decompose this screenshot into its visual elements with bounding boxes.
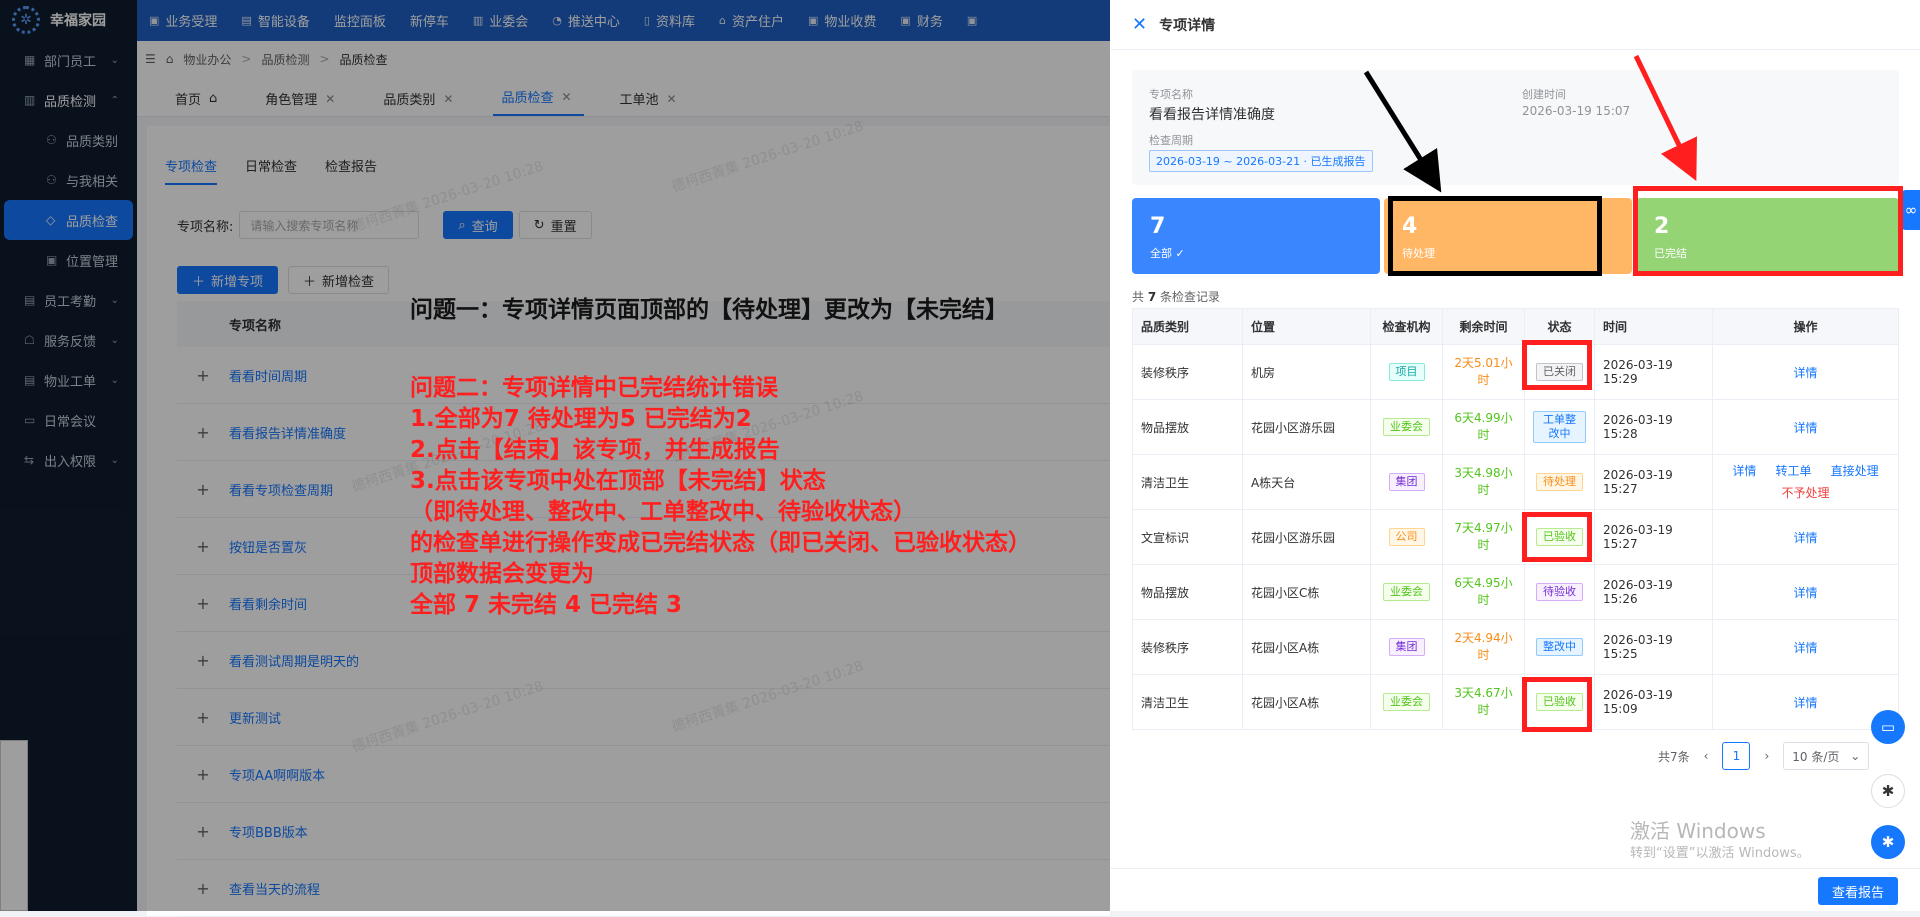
page-number[interactable]: 1	[1722, 742, 1751, 770]
annotation-line: 顶部数据会变更为	[410, 561, 594, 587]
table-row: 装修秩序 花园小区A栋 集团 2天4.94小时 整改中 2026-03-19 15…	[1132, 619, 1899, 675]
org-tag: 项目	[1388, 363, 1425, 381]
annotation-line: 问题二：专项详情中已完结统计错误	[410, 375, 778, 401]
link-icon[interactable]: ∞	[1900, 190, 1920, 230]
stat-all[interactable]: 7 全部 ✓	[1132, 198, 1380, 274]
info-card: 专项名称 看看报告详情准确度 创建时间 2026-03-19 15:07 检查周…	[1132, 70, 1899, 185]
detail-link[interactable]: 详情	[1732, 464, 1756, 478]
status-badge: 待处理	[1536, 473, 1583, 491]
annotation-box-red	[1522, 677, 1592, 732]
created-time: 2026-03-19 15:07	[1522, 104, 1631, 118]
org-tag: 集团	[1388, 473, 1425, 491]
annotation-box-red	[1633, 186, 1903, 276]
chevron-down-icon: ⌄	[1850, 749, 1861, 763]
close-icon[interactable]: ✕	[1132, 14, 1147, 35]
activate-windows-hint: 转到“设置”以激活 Windows。	[1630, 846, 1810, 861]
annotation-box-red	[1522, 512, 1592, 562]
table-row: 物品摆放 花园小区游乐园 业委会 6天4.99小时 工单整改中 2026-03-1…	[1132, 399, 1899, 455]
name-label: 专项名称	[1149, 88, 1193, 101]
prev-page-icon[interactable]: ‹	[1704, 749, 1709, 763]
annotation-line: 3.点击该专项中处在顶部【未完结】状态	[410, 468, 826, 494]
record-count: 共 7 条检查记录	[1132, 290, 1221, 304]
detail-link[interactable]: 详情	[1793, 366, 1817, 380]
table-row: 文宣标识 花园小区游乐园 公司 7天4.97小时 已验收 2026-03-19 1…	[1132, 509, 1899, 565]
org-tag: 业委会	[1383, 418, 1430, 436]
direct-handle-link[interactable]: 直接处理	[1831, 464, 1879, 478]
detail-link[interactable]: 详情	[1793, 696, 1817, 710]
records-table: 品质类别 位置 检查机构 剩余时间 状态 时间 操作 装修秩序 机房 项目 2天5…	[1132, 308, 1899, 730]
status-badge: 整改中	[1536, 638, 1583, 656]
table-row: 清洁卫生 花园小区A栋 业委会 3天4.67小时 已验收 2026-03-19 1…	[1132, 674, 1899, 730]
next-page-icon[interactable]: ›	[1764, 749, 1769, 763]
detail-link[interactable]: 详情	[1793, 586, 1817, 600]
annotation-line: 1.全部为7 待处理为5 已完结为2	[410, 406, 752, 432]
period-tag: 2026-03-19 ~ 2026-03-21 · 已生成报告	[1149, 150, 1373, 172]
detail-link[interactable]: 详情	[1793, 531, 1817, 545]
detail-link[interactable]: 详情	[1793, 421, 1817, 435]
annotation-line: 的检查单进行操作变成已完结状态（即已关闭、已验收状态）	[410, 530, 1031, 556]
bug-report-icon[interactable]: ✱	[1871, 825, 1905, 859]
reject-link[interactable]: 不予处理	[1781, 486, 1829, 500]
table-row: 装修秩序 机房 项目 2天5.01小时 已关闭 2026-03-19 15:29 …	[1132, 344, 1899, 400]
status-badge: 待验收	[1536, 583, 1583, 601]
period-label: 检查周期	[1149, 134, 1193, 147]
activate-windows-title: 激活 Windows	[1630, 819, 1766, 843]
pagination: 共7条 ‹ 1 › 10 条/页 ⌄	[1658, 742, 1870, 770]
org-tag: 公司	[1388, 528, 1425, 546]
bug-icon[interactable]: ✱	[1871, 774, 1905, 808]
annotation-line: （即待处理、整改中、工单整改中、待验收状态）	[410, 499, 916, 525]
table-row: 物品摆放 花园小区C栋 业委会 6天4.95小时 待验收 2026-03-19 1…	[1132, 564, 1899, 620]
drawer-footer: 查看报告	[1110, 868, 1920, 911]
drawer-header: ✕ 专项详情	[1110, 0, 1920, 50]
special-name: 看看报告详情准确度	[1149, 107, 1275, 123]
detail-link[interactable]: 详情	[1793, 641, 1817, 655]
created-label: 创建时间	[1522, 88, 1566, 101]
page-size-select[interactable]: 10 条/页 ⌄	[1783, 742, 1870, 770]
org-tag: 业委会	[1383, 693, 1430, 711]
org-tag: 业委会	[1383, 583, 1430, 601]
annotation-line: 2.点击【结束】该专项，并生成报告	[410, 437, 780, 463]
annotation-box-black	[1388, 196, 1602, 276]
video-icon[interactable]: ▭	[1871, 710, 1905, 744]
annotation-line: 全部 7 未完结 4 已完结 3	[410, 592, 683, 618]
transfer-workorder-link[interactable]: 转工单	[1775, 464, 1811, 478]
drawer-title: 专项详情	[1159, 17, 1216, 34]
table-row: 清洁卫生 A栋天台 集团 3天4.98小时 待处理 2026-03-19 15:2…	[1132, 454, 1899, 510]
total-count: 共7条	[1658, 749, 1690, 764]
status-badge: 工单整改中	[1533, 411, 1586, 443]
view-report-button[interactable]: 查看报告	[1817, 877, 1898, 905]
org-tag: 集团	[1388, 638, 1425, 656]
annotation-issue-one: 问题一：专项详情页面顶部的【待处理】更改为【未完结】	[410, 297, 1008, 323]
detail-drawer: ✕ 专项详情 专项名称 看看报告详情准确度 创建时间 2026-03-19 15…	[1110, 0, 1920, 911]
annotation-box-red	[1522, 340, 1592, 390]
